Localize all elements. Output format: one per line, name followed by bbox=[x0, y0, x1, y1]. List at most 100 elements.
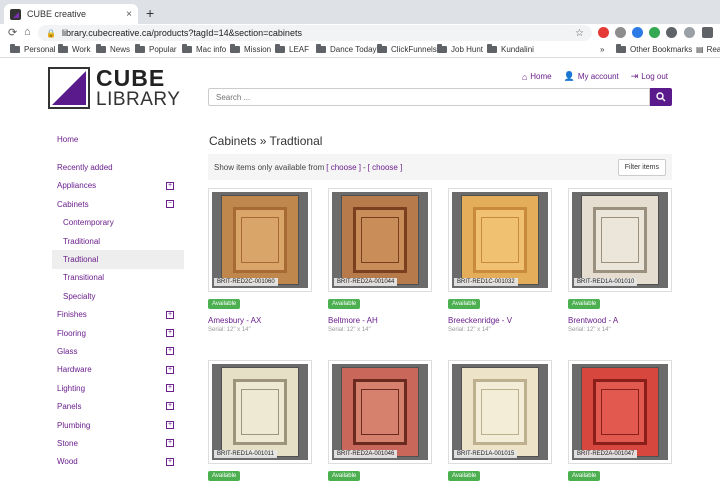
filter-from-choose-link[interactable]: [ choose ] bbox=[326, 163, 361, 172]
reload-icon[interactable]: ⟳ bbox=[8, 26, 17, 39]
sidebar-subitem-traditional[interactable]: Traditional bbox=[52, 232, 184, 250]
expand-icon[interactable]: + bbox=[166, 457, 174, 466]
sidebar-subitem-specialty[interactable]: Specialty bbox=[52, 287, 184, 305]
sidebar-item-hardware[interactable]: Hardware + bbox=[52, 361, 184, 379]
my-account-link[interactable]: 👤 My account bbox=[564, 71, 619, 82]
extension-mic-icon[interactable] bbox=[615, 27, 626, 38]
product-image[interactable]: BRIT-RED1C-001032 bbox=[448, 188, 552, 292]
cabinet-door-image: BRIT-RED2A-001046 bbox=[332, 364, 428, 460]
expand-icon[interactable]: + bbox=[166, 420, 174, 429]
sidebar-item-home[interactable]: Home bbox=[52, 130, 184, 148]
bookmark-folder[interactable]: Personal bbox=[10, 44, 56, 54]
expand-icon[interactable]: + bbox=[166, 347, 174, 356]
sidebar-item-lighting[interactable]: Lighting + bbox=[52, 379, 184, 397]
product-card[interactable]: BRIT-RED1C-001032 Available Breeckenridg… bbox=[448, 188, 552, 333]
bookmark-folder[interactable]: Dance Today bbox=[316, 44, 377, 54]
sidebar-item-wood[interactable]: Wood + bbox=[52, 453, 184, 471]
search-button[interactable] bbox=[650, 88, 672, 106]
product-card[interactable]: BRIT-RED1A-001015 Available bbox=[448, 360, 552, 482]
folder-icon bbox=[182, 44, 192, 53]
sidebar-subitem-transitional[interactable]: Transitional bbox=[52, 269, 184, 287]
bookmark-folder[interactable]: Kundalini bbox=[487, 44, 534, 54]
expand-icon[interactable]: + bbox=[166, 310, 174, 319]
sidebar-subitem-tradtional-active[interactable]: Tradtional bbox=[52, 250, 184, 269]
product-name-link[interactable]: Breeckenridge - V bbox=[448, 316, 552, 325]
product-card[interactable]: BRIT-RED2A-001044 Available Beltmore - A… bbox=[328, 188, 432, 333]
product-card[interactable]: BRIT-RED1A-001010 Available Brentwood - … bbox=[568, 188, 672, 333]
expand-icon[interactable]: + bbox=[166, 439, 174, 448]
bookmark-folder[interactable]: Job Hunt bbox=[437, 44, 483, 54]
new-tab-button[interactable]: + bbox=[146, 5, 154, 21]
product-image[interactable]: BRIT-RED1A-001015 bbox=[448, 360, 552, 464]
sidebar-item-appliances[interactable]: Appliances + bbox=[52, 177, 184, 195]
product-name-link[interactable]: Brentwood - A bbox=[568, 316, 672, 325]
sidebar-item-cabinets[interactable]: Cabinets − bbox=[52, 195, 184, 213]
sidebar-item-stone[interactable]: Stone + bbox=[52, 434, 184, 452]
extension-shield-icon[interactable] bbox=[684, 27, 695, 38]
product-image[interactable]: BRIT-RED2A-001044 bbox=[328, 188, 432, 292]
product-card[interactable]: BRIT-RED1A-001011 Available bbox=[208, 360, 312, 482]
reading-list[interactable]: ▤ Rea bbox=[696, 45, 720, 54]
extension-tablet-icon[interactable] bbox=[702, 27, 713, 38]
extension-opera-icon[interactable] bbox=[598, 27, 609, 38]
product-image[interactable]: BRIT-RED1A-001010 bbox=[568, 188, 672, 292]
home-link[interactable]: ⌂ Home bbox=[522, 71, 552, 82]
filter-items-button[interactable]: Filter items bbox=[617, 158, 666, 176]
product-serial: Serial: 12" x 14" bbox=[568, 327, 611, 333]
product-image[interactable]: BRIT-RED2A-001046 bbox=[328, 360, 432, 464]
product-name-link[interactable]: Amesbury - AX bbox=[208, 316, 312, 325]
sidebar-item-recently-added[interactable]: Recently added bbox=[52, 158, 184, 176]
bookmark-folder[interactable]: ClickFunnels bbox=[377, 44, 437, 54]
product-name-link[interactable]: Beltmore - AH bbox=[328, 316, 432, 325]
category-sidebar: Home Recently added Appliances + Cabinets… bbox=[52, 130, 184, 471]
tab-close-icon[interactable]: × bbox=[126, 9, 132, 20]
bookmark-folder[interactable]: Work bbox=[58, 44, 91, 54]
cabinet-door-image: BRIT-RED2A-001044 bbox=[332, 192, 428, 288]
browser-tab[interactable]: CUBE creative × bbox=[4, 4, 138, 24]
filter-to-choose-link[interactable]: [ choose ] bbox=[368, 163, 403, 172]
sidebar-item-panels[interactable]: Panels + bbox=[52, 397, 184, 415]
sidebar-item-glass[interactable]: Glass + bbox=[52, 342, 184, 360]
site-logo[interactable]: CUBE LIBRARY bbox=[48, 66, 188, 110]
extension-zoom-icon[interactable] bbox=[632, 27, 643, 38]
expand-icon[interactable]: + bbox=[166, 181, 174, 190]
filter-label: Show items only available from bbox=[214, 162, 325, 172]
expand-icon[interactable]: + bbox=[166, 384, 174, 393]
bookmark-star-icon[interactable]: ☆ bbox=[575, 28, 584, 39]
expand-icon[interactable]: + bbox=[166, 365, 174, 374]
availability-badge: Available bbox=[568, 299, 601, 309]
address-bar[interactable]: 🔒 library.cubecreative.ca/products?tagId… bbox=[38, 25, 592, 41]
expand-icon[interactable]: + bbox=[166, 328, 174, 337]
product-card[interactable]: BRIT-RED2C-001060 Available Amesbury - A… bbox=[208, 188, 312, 333]
product-image[interactable]: BRIT-RED2C-001060 bbox=[208, 188, 312, 292]
sidebar-subitem-contemporary[interactable]: Contemporary bbox=[52, 214, 184, 232]
bookmark-folder[interactable]: Popular bbox=[135, 44, 177, 54]
sidebar-item-flooring[interactable]: Flooring + bbox=[52, 324, 184, 342]
search-input[interactable] bbox=[208, 88, 650, 106]
bookmark-folder[interactable]: Mission bbox=[230, 44, 271, 54]
expand-icon[interactable]: + bbox=[166, 402, 174, 411]
collapse-icon[interactable]: − bbox=[166, 200, 174, 209]
product-image[interactable]: BRIT-RED2A-001047 bbox=[568, 360, 672, 464]
logo-text-cube: CUBE bbox=[96, 65, 166, 91]
bookmark-folder[interactable]: Mac info bbox=[182, 44, 226, 54]
availability-badge: Available bbox=[208, 299, 241, 309]
bookmark-folder[interactable]: LEAF bbox=[275, 44, 309, 54]
product-card[interactable]: BRIT-RED2A-001046 Available bbox=[328, 360, 432, 482]
sidebar-item-finishes[interactable]: Finishes + bbox=[52, 306, 184, 324]
extension-grammarly-icon[interactable] bbox=[649, 27, 660, 38]
folder-icon bbox=[437, 44, 447, 53]
folder-icon bbox=[58, 44, 68, 53]
logout-link[interactable]: ⇥ Log out bbox=[631, 71, 668, 82]
other-bookmarks[interactable]: Other Bookmarks bbox=[616, 44, 692, 54]
cabinet-door-image: BRIT-RED1C-001032 bbox=[452, 192, 548, 288]
sidebar-item-plumbing[interactable]: Plumbing + bbox=[52, 416, 184, 434]
bookmarks-overflow-button[interactable]: » bbox=[600, 45, 604, 54]
bookmark-folder[interactable]: News bbox=[96, 44, 130, 54]
extension-puzzle-icon[interactable] bbox=[666, 27, 677, 38]
product-card[interactable]: BRIT-RED2A-001047 Available bbox=[568, 360, 672, 482]
product-image[interactable]: BRIT-RED1A-001011 bbox=[208, 360, 312, 464]
site-favicon-icon bbox=[10, 8, 21, 20]
reading-list-icon: ▤ bbox=[696, 45, 704, 54]
home-icon[interactable]: ⌂ bbox=[24, 26, 31, 38]
